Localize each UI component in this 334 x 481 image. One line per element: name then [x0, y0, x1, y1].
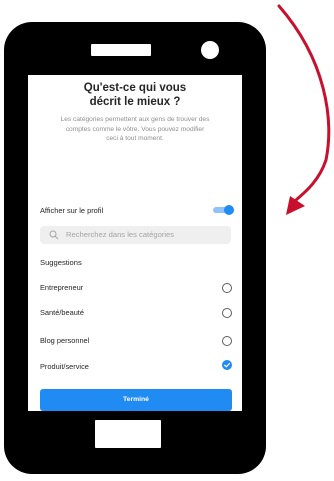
suggestion-label-sante-beaute[interactable]: Santé/beauté: [40, 308, 84, 317]
toggle-knob: [224, 205, 234, 215]
phone-screen: Qu'est-ce qui vous décrit le mieux ? Les…: [28, 75, 242, 411]
page-subtitle: Les catégories permettent aux gens de tr…: [36, 115, 234, 144]
stage: Qu'est-ce qui vous décrit le mieux ? Les…: [0, 0, 334, 481]
show-on-profile-toggle[interactable]: [213, 205, 234, 215]
phone-speaker: [91, 44, 151, 56]
page-subtitle-line1: Les catégories permettent aux gens de tr…: [60, 116, 210, 123]
page-title-line2: décrit le mieux ?: [89, 96, 181, 108]
search-icon: [49, 230, 59, 240]
suggestion-label-blog-personnel[interactable]: Blog personnel: [40, 336, 89, 345]
suggestion-radio-blog-personnel[interactable]: [222, 336, 232, 346]
phone-frame: Qu'est-ce qui vous décrit le mieux ? Les…: [4, 22, 266, 474]
page-title-line1: Qu'est-ce qui vous: [83, 82, 187, 94]
show-on-profile-label: Afficher sur le profil: [40, 206, 104, 215]
search-placeholder: Recherchez dans les catégories: [66, 230, 175, 239]
checkmark-icon: [223, 362, 231, 368]
page-title: Qu'est-ce qui vous décrit le mieux ?: [28, 81, 242, 109]
done-button[interactable]: Terminé: [40, 389, 232, 411]
phone-home-button: [95, 420, 161, 448]
suggestions-heading: Suggestions: [40, 258, 82, 267]
suggestion-radio-produit-service[interactable]: [222, 360, 232, 370]
suggestion-radio-entrepreneur[interactable]: [222, 283, 232, 293]
page-subtitle-line3: ceci à tout moment.: [106, 135, 164, 142]
category-search-input[interactable]: Recherchez dans les catégories: [40, 226, 231, 244]
suggestion-radio-sante-beaute[interactable]: [222, 308, 232, 318]
suggestion-label-produit-service[interactable]: Produit/service: [40, 362, 89, 371]
page-subtitle-line2: comptes comme le vôtre. Vous pouvez modi…: [65, 125, 205, 133]
phone-camera: [201, 41, 219, 59]
suggestion-label-entrepreneur[interactable]: Entrepreneur: [40, 283, 83, 292]
